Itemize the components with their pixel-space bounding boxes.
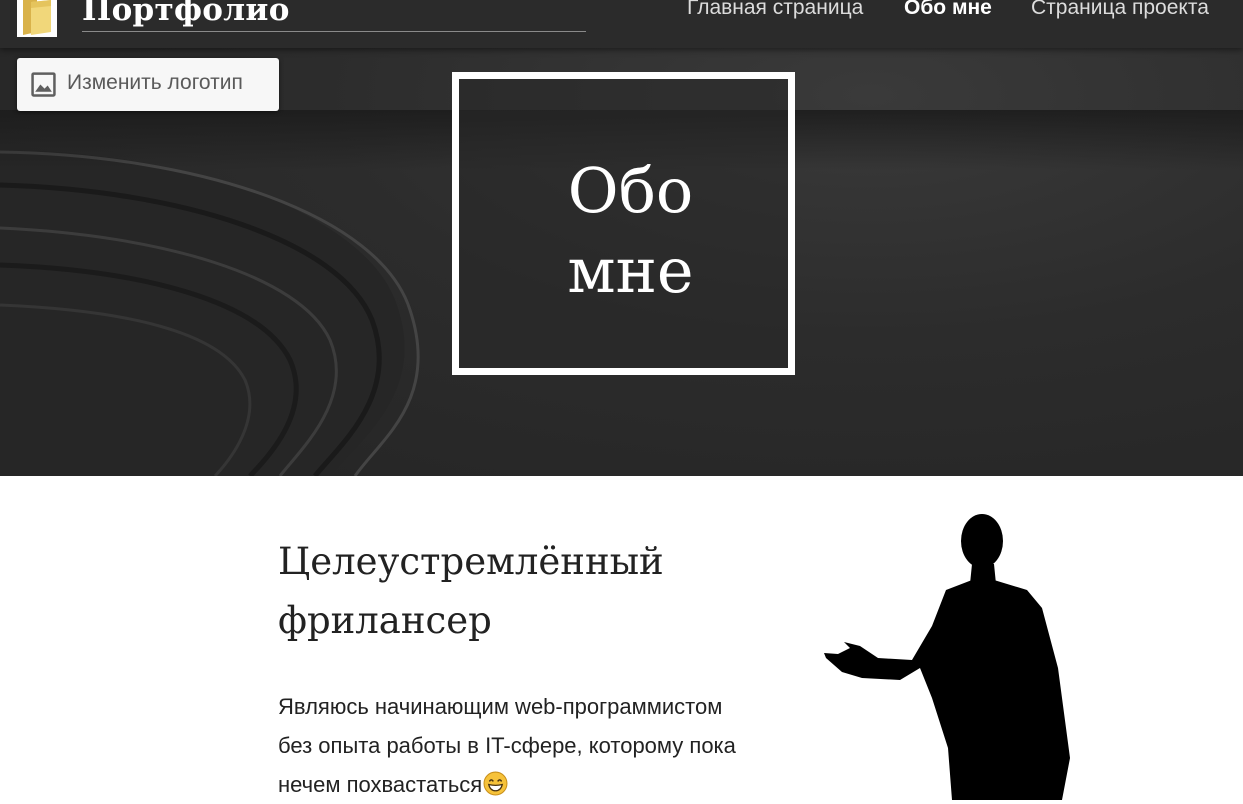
- hero-heading-line-1: Обо: [567, 154, 694, 227]
- folder-icon[interactable]: [17, 0, 57, 37]
- about-heading-line-1: Целеустремлённый: [278, 540, 664, 583]
- presenter-silhouette: [824, 514, 1070, 800]
- hero-title-frame: Обо мне: [452, 72, 795, 375]
- about-text: Являюсь начинающим web-программистом без…: [278, 687, 778, 804]
- nav-link-home[interactable]: Главная страница: [687, 0, 863, 20]
- about-text-line-3-row: нечем похвастаться: [278, 765, 778, 804]
- change-logo-button[interactable]: Изменить логотип: [17, 58, 279, 111]
- about-heading-line-2: фрилансер: [278, 599, 492, 642]
- nav-link-about[interactable]: Обо мне: [904, 0, 992, 20]
- grinning-face-icon: [483, 771, 508, 796]
- title-underline: [82, 31, 586, 32]
- about-text-line-1: Являюсь начинающим web-программистом: [278, 694, 723, 719]
- about-text-line-2: без опыта работы в IT-сфере, которому по…: [278, 733, 736, 758]
- site-title[interactable]: Портфолио: [82, 0, 290, 28]
- change-logo-label: Изменить логотип: [67, 71, 243, 94]
- hero-heading: Обо мне: [459, 151, 802, 311]
- image-icon: [31, 72, 56, 97]
- about-text-line-3: нечем похвастаться: [278, 772, 483, 797]
- top-navbar: Портфолио Главная страница Обо мне Стран…: [0, 0, 1243, 48]
- hero-heading-line-2: мне: [567, 234, 694, 307]
- nav-link-project[interactable]: Страница проекта: [1031, 0, 1209, 20]
- about-heading: Целеустремлённый фрилансер: [278, 532, 758, 650]
